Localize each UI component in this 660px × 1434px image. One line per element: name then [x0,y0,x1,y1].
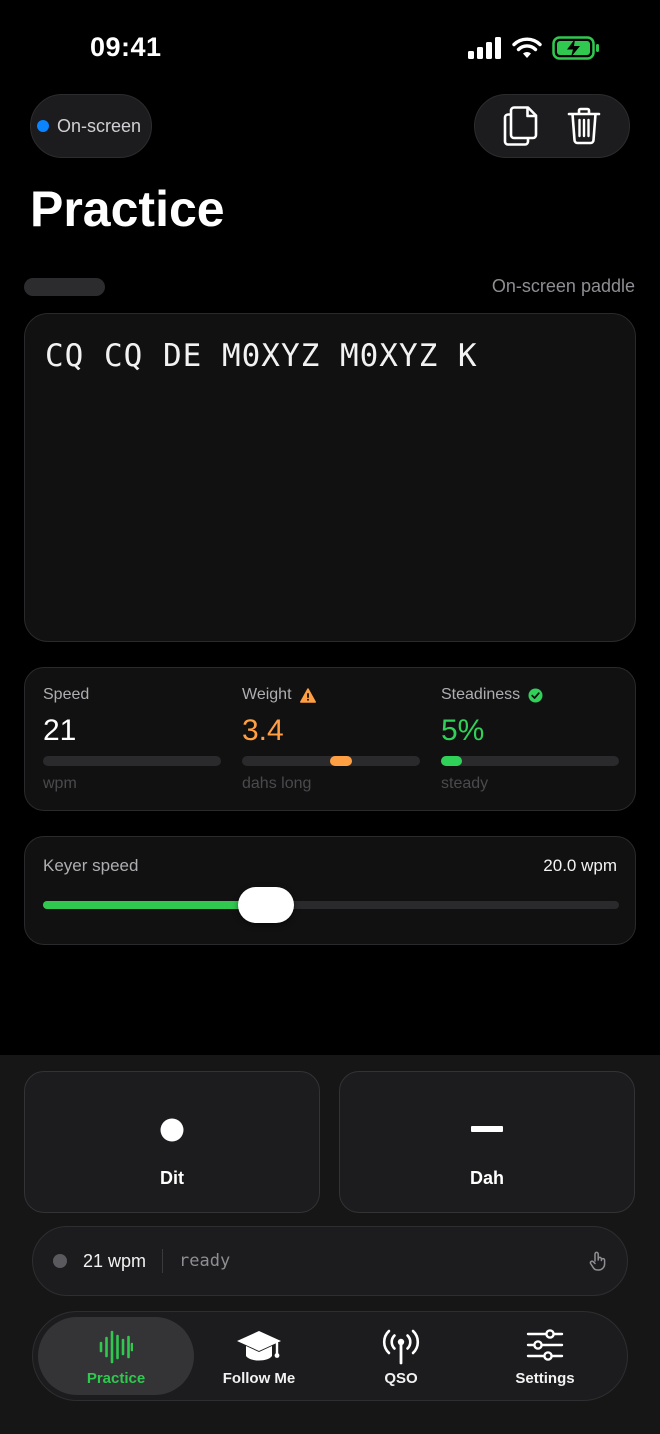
current-wpm: 21 wpm [83,1250,147,1271]
dit-symbol-icon [160,1118,184,1142]
tab-settings-label: Settings [515,1370,575,1387]
wifi-icon [512,37,542,58]
keyer-speed-label: Keyer speed [43,856,139,875]
battery-charging-icon [552,36,599,60]
weight-label: Weight [242,686,316,704]
speed-stat: Speed 21 wpm [43,668,221,812]
status-bar: 09:41 [0,0,660,96]
dah-paddle-button[interactable]: Dah [339,1071,635,1213]
weight-unit: dahs long [242,775,312,792]
tab-qso[interactable]: QSO [323,1317,479,1395]
copy-button[interactable] [497,102,545,150]
keyer-state: ready [179,1251,231,1271]
dit-paddle-button[interactable]: Dit [24,1071,320,1213]
weight-value: 3.4 [242,714,284,747]
antenna-icon [382,1329,420,1365]
decoded-text: CQ CQ DE M0XYZ M0XYZ K [45,338,478,374]
clear-button[interactable] [560,102,608,150]
dah-label: Dah [469,1168,504,1188]
mode-indicator-pill [24,278,105,296]
graduation-cap-icon [237,1331,281,1361]
keying-indicator-dot [53,1254,67,1268]
status-time: 09:41 [90,32,162,62]
dah-symbol-icon [471,1126,503,1132]
slider-fill [43,901,267,909]
status-dot [37,120,49,132]
slider-thumb[interactable] [238,887,294,923]
weight-meter-marker [330,756,352,766]
separator [162,1249,164,1273]
steadiness-unit: steady [441,775,489,792]
speed-meter [43,756,221,766]
steadiness-stat: Steadiness 5% steady [441,668,619,812]
signal-icon [468,37,501,59]
header-actions [474,94,630,158]
page-title: Practice [30,181,225,237]
status-icons [468,36,600,60]
copy-icon [503,106,537,146]
dit-label: Dit [160,1168,184,1188]
steadiness-meter-fill [441,756,462,766]
tab-settings[interactable]: Settings [467,1317,623,1395]
speed-label: Speed [43,686,90,703]
tab-practice-label: Practice [86,1370,146,1387]
tab-qso-label: QSO [384,1370,418,1387]
input-source-pill[interactable]: On-screen [30,94,152,158]
keyer-speed-value: 20.0 wpm [543,856,617,875]
stats-card: Speed 21 wpm Weight 3.4 dahs long Steadi… [24,667,636,811]
keyer-speed-slider[interactable] [43,887,619,923]
bottom-panel: Dit Dah 21 wpm ready Practice Follow Me … [0,1055,660,1434]
keying-status-strip: 21 wpm ready [32,1226,628,1296]
warning-icon [299,687,316,703]
tab-practice[interactable]: Practice [38,1317,194,1395]
tab-follow-me-label: Follow Me [222,1370,296,1387]
speed-value: 21 [43,714,77,747]
tap-icon[interactable] [589,1251,607,1271]
steadiness-value: 5% [441,714,485,747]
keyer-speed-card: Keyer speed 20.0 wpm [24,836,636,945]
sliders-icon [526,1329,564,1361]
steadiness-meter [441,756,619,766]
weight-meter [242,756,420,766]
input-source-label: On-screen [57,115,142,136]
check-icon [528,688,543,702]
weight-stat: Weight 3.4 dahs long [242,668,420,812]
speed-unit: wpm [43,775,77,792]
tab-bar: Practice Follow Me QSO Settings [32,1311,628,1401]
steadiness-label: Steadiness [441,686,543,704]
decoded-text-panel: CQ CQ DE M0XYZ M0XYZ K [24,313,636,642]
waveform-icon [99,1330,133,1364]
tab-follow-me[interactable]: Follow Me [181,1317,337,1395]
input-mode-label: On-screen paddle [491,276,635,296]
trash-icon [567,107,600,145]
